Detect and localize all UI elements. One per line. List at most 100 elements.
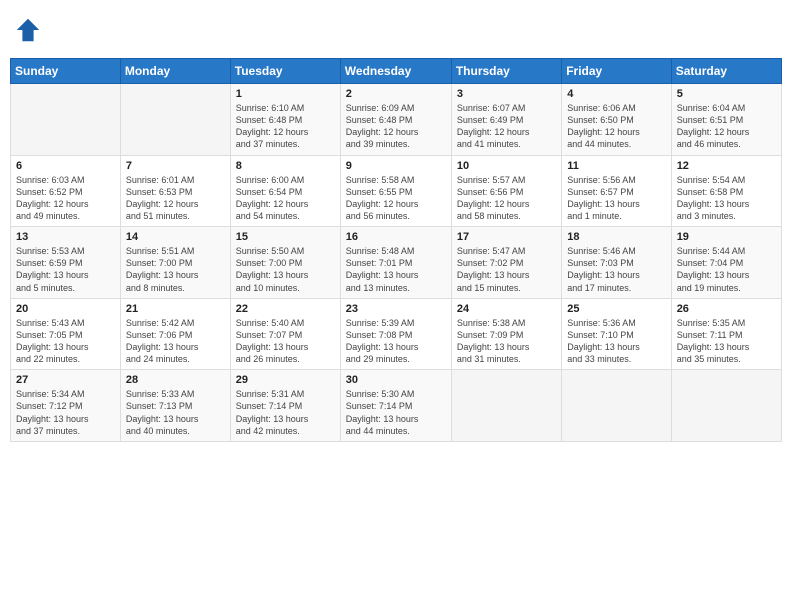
calendar-week-row: 1 Sunrise: 6:10 AM Sunset: 6:48 PM Daylig… — [11, 84, 782, 156]
calendar-cell: 14Sunrise: 5:51 AM Sunset: 7:00 PM Dayli… — [120, 227, 230, 299]
day-info: Sunrise: 6:10 AM Sunset: 6:48 PM Dayligh… — [236, 102, 335, 151]
calendar-cell: 24 Sunrise: 5:38 AM Sunset: 7:09 PM Dayli… — [451, 298, 561, 370]
day-number: 5 — [677, 88, 776, 100]
calendar-cell: 28 Sunrise: 5:33 AM Sunset: 7:13 PM Dayli… — [120, 370, 230, 442]
calendar-cell: 17 Sunrise: 5:47 AM Sunset: 7:02 PM Dayli… — [451, 227, 561, 299]
day-info: Sunrise: 5:46 AM Sunset: 7:03 PM Dayligh… — [567, 245, 665, 294]
day-info: Sunrise: 5:56 AM Sunset: 6:57 PM Dayligh… — [567, 174, 665, 223]
day-number: 4 — [567, 88, 665, 100]
calendar-cell: 19Sunrise: 5:44 AM Sunset: 7:04 PM Dayli… — [671, 227, 781, 299]
calendar-week-row: 27 Sunrise: 5:34 AM Sunset: 7:12 PM Dayli… — [11, 370, 782, 442]
day-info: Sunrise: 5:40 AM Sunset: 7:07 PM Dayligh… — [236, 317, 335, 366]
weekday-header-row: SundayMondayTuesdayWednesdayThursdayFrid… — [11, 59, 782, 84]
day-info: Sunrise: 5:36 AM Sunset: 7:10 PM Dayligh… — [567, 317, 665, 366]
day-info: Sunrise: 6:07 AM Sunset: 6:49 PM Dayligh… — [457, 102, 556, 151]
day-number: 7 — [126, 160, 225, 172]
day-info: Sunrise: 5:35 AM Sunset: 7:11 PM Dayligh… — [677, 317, 776, 366]
calendar-cell: 13 Sunrise: 5:53 AM Sunset: 6:59 PM Dayli… — [11, 227, 121, 299]
day-info: Sunrise: 5:42 AM Sunset: 7:06 PM Dayligh… — [126, 317, 225, 366]
calendar-cell: 16Sunrise: 5:48 AM Sunset: 7:01 PM Dayli… — [340, 227, 451, 299]
day-number: 1 — [236, 88, 335, 100]
calendar-cell: 20Sunrise: 5:43 AM Sunset: 7:05 PM Dayli… — [11, 298, 121, 370]
calendar-cell: 25 Sunrise: 5:36 AM Sunset: 7:10 PM Dayli… — [562, 298, 671, 370]
day-info: Sunrise: 6:09 AM Sunset: 6:48 PM Dayligh… — [346, 102, 446, 151]
day-info: Sunrise: 5:54 AM Sunset: 6:58 PM Dayligh… — [677, 174, 776, 223]
logo — [14, 16, 44, 44]
calendar-table: SundayMondayTuesdayWednesdayThursdayFrid… — [10, 58, 782, 442]
day-number: 3 — [457, 88, 556, 100]
day-number: 15 — [236, 231, 335, 243]
weekday-header-saturday: Saturday — [671, 59, 781, 84]
day-number: 13 — [16, 231, 115, 243]
calendar-cell: 21 Sunrise: 5:42 AM Sunset: 7:06 PM Dayli… — [120, 298, 230, 370]
calendar-cell: 9 Sunrise: 5:58 AM Sunset: 6:55 PM Daylig… — [340, 155, 451, 227]
day-info: Sunrise: 6:06 AM Sunset: 6:50 PM Dayligh… — [567, 102, 665, 151]
calendar-cell: 7 Sunrise: 6:01 AM Sunset: 6:53 PM Daylig… — [120, 155, 230, 227]
day-number: 17 — [457, 231, 556, 243]
day-info: Sunrise: 5:47 AM Sunset: 7:02 PM Dayligh… — [457, 245, 556, 294]
day-number: 29 — [236, 374, 335, 386]
calendar-cell: 10Sunrise: 5:57 AM Sunset: 6:56 PM Dayli… — [451, 155, 561, 227]
day-number: 27 — [16, 374, 115, 386]
day-info: Sunrise: 5:53 AM Sunset: 6:59 PM Dayligh… — [16, 245, 115, 294]
day-info: Sunrise: 6:04 AM Sunset: 6:51 PM Dayligh… — [677, 102, 776, 151]
calendar-week-row: 13 Sunrise: 5:53 AM Sunset: 6:59 PM Dayli… — [11, 227, 782, 299]
day-number: 2 — [346, 88, 446, 100]
calendar-cell — [11, 84, 121, 156]
day-info: Sunrise: 5:43 AM Sunset: 7:05 PM Dayligh… — [16, 317, 115, 366]
calendar-cell — [562, 370, 671, 442]
calendar-cell: 2 Sunrise: 6:09 AM Sunset: 6:48 PM Daylig… — [340, 84, 451, 156]
day-number: 22 — [236, 303, 335, 315]
weekday-header-wednesday: Wednesday — [340, 59, 451, 84]
calendar-cell: 12 Sunrise: 5:54 AM Sunset: 6:58 PM Dayli… — [671, 155, 781, 227]
calendar-cell — [671, 370, 781, 442]
calendar-cell: 1 Sunrise: 6:10 AM Sunset: 6:48 PM Daylig… — [230, 84, 340, 156]
day-number: 28 — [126, 374, 225, 386]
day-info: Sunrise: 6:00 AM Sunset: 6:54 PM Dayligh… — [236, 174, 335, 223]
day-info: Sunrise: 5:39 AM Sunset: 7:08 PM Dayligh… — [346, 317, 446, 366]
weekday-header-friday: Friday — [562, 59, 671, 84]
calendar-cell: 3 Sunrise: 6:07 AM Sunset: 6:49 PM Daylig… — [451, 84, 561, 156]
day-info: Sunrise: 6:03 AM Sunset: 6:52 PM Dayligh… — [16, 174, 115, 223]
weekday-header-thursday: Thursday — [451, 59, 561, 84]
calendar-cell: 23 Sunrise: 5:39 AM Sunset: 7:08 PM Dayli… — [340, 298, 451, 370]
day-info: Sunrise: 5:48 AM Sunset: 7:01 PM Dayligh… — [346, 245, 446, 294]
calendar-cell: 4 Sunrise: 6:06 AM Sunset: 6:50 PM Daylig… — [562, 84, 671, 156]
calendar-cell — [120, 84, 230, 156]
calendar-cell — [451, 370, 561, 442]
day-number: 25 — [567, 303, 665, 315]
day-number: 8 — [236, 160, 335, 172]
calendar-cell: 29 Sunrise: 5:31 AM Sunset: 7:14 PM Dayli… — [230, 370, 340, 442]
day-info: Sunrise: 5:50 AM Sunset: 7:00 PM Dayligh… — [236, 245, 335, 294]
day-number: 9 — [346, 160, 446, 172]
day-number: 26 — [677, 303, 776, 315]
calendar-cell: 22 Sunrise: 5:40 AM Sunset: 7:07 PM Dayli… — [230, 298, 340, 370]
calendar-cell: 27 Sunrise: 5:34 AM Sunset: 7:12 PM Dayli… — [11, 370, 121, 442]
day-number: 6 — [16, 160, 115, 172]
day-info: Sunrise: 6:01 AM Sunset: 6:53 PM Dayligh… — [126, 174, 225, 223]
day-number: 23 — [346, 303, 446, 315]
day-info: Sunrise: 5:38 AM Sunset: 7:09 PM Dayligh… — [457, 317, 556, 366]
day-number: 21 — [126, 303, 225, 315]
calendar-cell: 11 Sunrise: 5:56 AM Sunset: 6:57 PM Dayli… — [562, 155, 671, 227]
calendar-cell: 26 Sunrise: 5:35 AM Sunset: 7:11 PM Dayli… — [671, 298, 781, 370]
weekday-header-tuesday: Tuesday — [230, 59, 340, 84]
day-number: 10 — [457, 160, 556, 172]
day-info: Sunrise: 5:31 AM Sunset: 7:14 PM Dayligh… — [236, 388, 335, 437]
day-number: 14 — [126, 231, 225, 243]
day-number: 18 — [567, 231, 665, 243]
day-info: Sunrise: 5:30 AM Sunset: 7:14 PM Dayligh… — [346, 388, 446, 437]
day-number: 19 — [677, 231, 776, 243]
calendar-cell: 6 Sunrise: 6:03 AM Sunset: 6:52 PM Daylig… — [11, 155, 121, 227]
day-info: Sunrise: 5:58 AM Sunset: 6:55 PM Dayligh… — [346, 174, 446, 223]
day-info: Sunrise: 5:33 AM Sunset: 7:13 PM Dayligh… — [126, 388, 225, 437]
day-info: Sunrise: 5:34 AM Sunset: 7:12 PM Dayligh… — [16, 388, 115, 437]
day-number: 24 — [457, 303, 556, 315]
day-number: 30 — [346, 374, 446, 386]
calendar-cell: 18 Sunrise: 5:46 AM Sunset: 7:03 PM Dayli… — [562, 227, 671, 299]
day-number: 12 — [677, 160, 776, 172]
calendar-cell: 5 Sunrise: 6:04 AM Sunset: 6:51 PM Daylig… — [671, 84, 781, 156]
calendar-week-row: 6 Sunrise: 6:03 AM Sunset: 6:52 PM Daylig… — [11, 155, 782, 227]
day-number: 11 — [567, 160, 665, 172]
calendar-week-row: 20Sunrise: 5:43 AM Sunset: 7:05 PM Dayli… — [11, 298, 782, 370]
